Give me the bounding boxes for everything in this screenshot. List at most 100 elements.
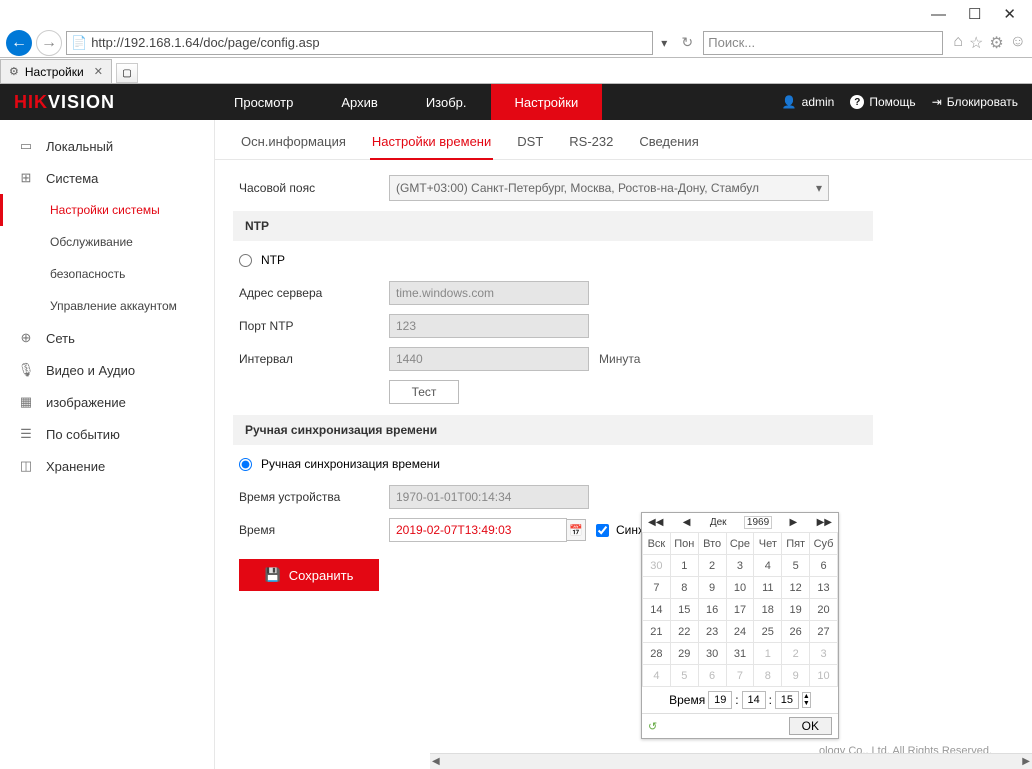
calendar-day[interactable]: 26 <box>782 621 810 643</box>
calendar-day[interactable]: 17 <box>726 599 754 621</box>
calendar-day[interactable]: 4 <box>754 555 782 577</box>
dp-prev-year[interactable]: ◀◀ <box>646 517 665 528</box>
calendar-day[interactable]: 14 <box>643 599 671 621</box>
user-menu[interactable]: 👤admin <box>782 95 835 109</box>
logout-link[interactable]: ⇥Блокировать <box>932 95 1018 109</box>
dp-prev-month[interactable]: ◀ <box>681 517 693 528</box>
nav-Настройки[interactable]: Настройки <box>491 84 603 120</box>
timezone-select[interactable]: (GMT+03:00) Санкт-Петербург, Москва, Рос… <box>389 175 829 201</box>
dp-ok-button[interactable]: OK <box>789 717 832 735</box>
tab-close-icon[interactable]: ✕ <box>94 65 103 78</box>
calendar-day[interactable]: 8 <box>670 577 698 599</box>
calendar-day[interactable]: 2 <box>782 643 810 665</box>
calendar-day[interactable]: 27 <box>810 621 838 643</box>
calendar-day[interactable]: 10 <box>726 577 754 599</box>
url-bar[interactable]: 📄 http://192.168.1.64/doc/page/config.as… <box>66 31 653 55</box>
calendar-day[interactable]: 9 <box>782 665 810 687</box>
calendar-day[interactable]: 11 <box>754 577 782 599</box>
subtab[interactable]: RS-232 <box>567 124 615 159</box>
calendar-day[interactable]: 29 <box>670 643 698 665</box>
url-dropdown[interactable]: ▾ <box>657 36 671 50</box>
calendar-day[interactable]: 1 <box>754 643 782 665</box>
favorites-icon[interactable]: ☆ <box>969 33 983 53</box>
horizontal-scrollbar[interactable]: ◀▶ <box>430 753 1032 769</box>
dp-spinner[interactable]: ▲▼ <box>802 692 811 708</box>
calendar-day[interactable]: 5 <box>670 665 698 687</box>
browser-tab[interactable]: ⚙ Настройки ✕ <box>0 59 112 83</box>
dp-today-icon[interactable]: ↺ <box>648 720 657 733</box>
nav-forward-button[interactable]: → <box>36 30 62 56</box>
calendar-day[interactable]: 10 <box>810 665 838 687</box>
sidebar-subitem[interactable]: безопасность <box>0 258 214 290</box>
calendar-day[interactable]: 4 <box>643 665 671 687</box>
sidebar-item[interactable]: ▭Локальный <box>0 130 214 162</box>
calendar-day[interactable]: 30 <box>643 555 671 577</box>
save-button[interactable]: 💾 Сохранить <box>239 559 379 591</box>
calendar-day[interactable]: 13 <box>810 577 838 599</box>
sidebar-item[interactable]: 🎙Видео и Аудио <box>0 354 214 386</box>
sidebar-item[interactable]: ▦изображение <box>0 386 214 418</box>
ntp-port-input[interactable] <box>389 314 589 338</box>
maximize-button[interactable]: ☐ <box>968 5 981 23</box>
subtab[interactable]: DST <box>515 124 545 159</box>
subtab[interactable]: Осн.информация <box>239 124 348 159</box>
sync-pc-checkbox[interactable] <box>596 524 609 537</box>
calendar-day[interactable]: 3 <box>726 555 754 577</box>
sidebar-item[interactable]: ⊕Сеть <box>0 322 214 354</box>
calendar-day[interactable]: 18 <box>754 599 782 621</box>
sidebar-subitem[interactable]: Управление аккаунтом <box>0 290 214 322</box>
calendar-day[interactable]: 1 <box>670 555 698 577</box>
calendar-day[interactable]: 31 <box>726 643 754 665</box>
calendar-day[interactable]: 7 <box>726 665 754 687</box>
refresh-button[interactable]: ↻ <box>675 31 699 55</box>
search-input[interactable]: Поиск... <box>703 31 943 55</box>
calendar-day[interactable]: 7 <box>643 577 671 599</box>
close-button[interactable]: ✕ <box>1003 5 1016 23</box>
sidebar-item[interactable]: ◫Хранение <box>0 450 214 482</box>
calendar-day[interactable]: 23 <box>698 621 726 643</box>
ntp-interval-input[interactable] <box>389 347 589 371</box>
nav-Изобр.[interactable]: Изобр. <box>402 84 491 120</box>
calendar-day[interactable]: 25 <box>754 621 782 643</box>
dp-hour[interactable] <box>708 691 732 709</box>
calendar-day[interactable]: 20 <box>810 599 838 621</box>
home-icon[interactable]: ⌂ <box>953 33 963 53</box>
sidebar-subitem[interactable]: Обслуживание <box>0 226 214 258</box>
calendar-day[interactable]: 15 <box>670 599 698 621</box>
calendar-day[interactable]: 2 <box>698 555 726 577</box>
calendar-day[interactable]: 28 <box>643 643 671 665</box>
calendar-day[interactable]: 22 <box>670 621 698 643</box>
ntp-radio[interactable] <box>239 254 252 267</box>
nav-back-button[interactable]: ← <box>6 30 32 56</box>
dp-year[interactable]: 1969 <box>744 516 772 529</box>
dp-minute[interactable] <box>742 691 766 709</box>
subtab[interactable]: Настройки времени <box>370 124 493 159</box>
calendar-day[interactable]: 6 <box>698 665 726 687</box>
calendar-day[interactable]: 8 <box>754 665 782 687</box>
sidebar-item[interactable]: ⊞Система <box>0 162 214 194</box>
calendar-day[interactable]: 16 <box>698 599 726 621</box>
manual-sync-radio[interactable] <box>239 458 252 471</box>
calendar-icon[interactable]: 📅 <box>566 519 586 541</box>
calendar-day[interactable]: 24 <box>726 621 754 643</box>
calendar-day[interactable]: 19 <box>782 599 810 621</box>
smiley-icon[interactable]: ☺ <box>1010 33 1026 53</box>
ntp-server-input[interactable] <box>389 281 589 305</box>
dp-next-year[interactable]: ▶▶ <box>815 517 834 528</box>
dp-next-month[interactable]: ▶ <box>788 517 800 528</box>
new-tab-button[interactable]: ▢ <box>116 63 138 83</box>
calendar-day[interactable]: 5 <box>782 555 810 577</box>
calendar-day[interactable]: 21 <box>643 621 671 643</box>
dp-second[interactable] <box>775 691 799 709</box>
calendar-day[interactable]: 3 <box>810 643 838 665</box>
calendar-day[interactable]: 9 <box>698 577 726 599</box>
nav-Просмотр[interactable]: Просмотр <box>210 84 317 120</box>
minimize-button[interactable]: — <box>931 6 946 23</box>
calendar-day[interactable]: 30 <box>698 643 726 665</box>
calendar-day[interactable]: 12 <box>782 577 810 599</box>
subtab[interactable]: Сведения <box>637 124 700 159</box>
sidebar-subitem[interactable]: Настройки системы <box>0 194 214 226</box>
nav-Архив[interactable]: Архив <box>317 84 401 120</box>
tools-icon[interactable]: ⚙ <box>989 33 1003 53</box>
help-link[interactable]: ?Помощь <box>850 95 915 109</box>
